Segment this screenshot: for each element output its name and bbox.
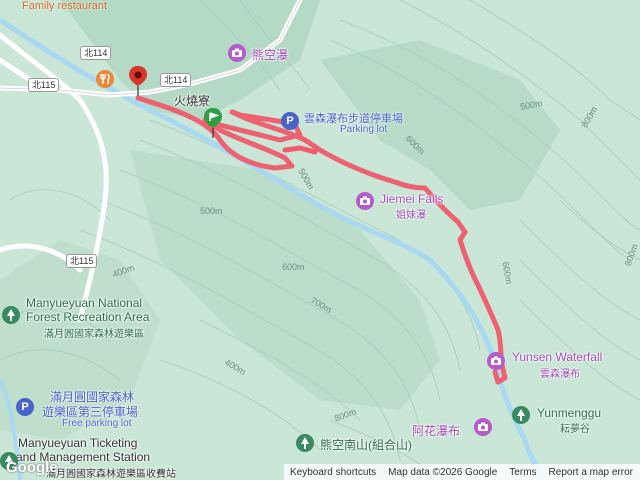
- road-shield-114-b: 北114: [160, 73, 192, 87]
- free-parking-label[interactable]: Free parking lot: [62, 418, 131, 429]
- restaurant-fork-icon[interactable]: [96, 70, 114, 88]
- red-pin-icon[interactable]: [129, 66, 147, 101]
- family-restaurant-label[interactable]: Family restaurant: [22, 0, 107, 12]
- waterfall-camera-icon[interactable]: [487, 352, 505, 370]
- parking-lot-en-label[interactable]: Parking lot: [340, 124, 387, 135]
- yunsen-waterfall-label[interactable]: Yunsen Waterfall: [512, 350, 602, 364]
- waterfall-camera-icon[interactable]: [474, 418, 492, 436]
- huoshao-label[interactable]: 火燒寮: [174, 92, 210, 109]
- jiemei-falls-cn-label[interactable]: 姐妹瀑: [396, 206, 426, 221]
- keyboard-shortcuts-link[interactable]: Keyboard shortcuts: [284, 467, 382, 478]
- contour-label: 600m: [282, 262, 305, 272]
- road-shield-115-b: 北115: [66, 254, 98, 268]
- ahua-waterfall-label[interactable]: 阿花瀑布: [412, 422, 460, 439]
- xiongkong-waterfall-label[interactable]: 熊空瀑: [252, 46, 288, 63]
- waterfall-camera-icon[interactable]: [356, 192, 374, 210]
- green-flag-icon[interactable]: [204, 108, 222, 143]
- terms-link[interactable]: Terms: [503, 467, 542, 478]
- yunmenggu-label[interactable]: Yunmenggu: [537, 406, 601, 420]
- map-footer: Keyboard shortcuts Map data ©2026 Google…: [284, 464, 640, 480]
- parking-icon[interactable]: P: [16, 398, 34, 416]
- yunmenggu-cn-label[interactable]: 耘夢谷: [560, 420, 590, 435]
- manyueyuan-label-1[interactable]: Manyueyuan National: [26, 296, 142, 310]
- contour-label: 500m: [200, 206, 223, 216]
- road-shield-115-a: 北115: [28, 78, 60, 92]
- park-tree-icon[interactable]: [512, 406, 530, 424]
- ticketing-cn-label[interactable]: 滿月圓國家森林遊樂區收費站: [46, 465, 176, 480]
- parking-icon[interactable]: P: [281, 112, 299, 130]
- report-error-link[interactable]: Report a map error: [543, 467, 639, 478]
- yunsen-waterfall-cn-label[interactable]: 雲森瀑布: [540, 365, 580, 380]
- park-tree-icon[interactable]: [2, 306, 20, 324]
- xiongkong-south-label[interactable]: 熊空南山(組合山): [320, 436, 412, 453]
- manyueyuan-cn-label[interactable]: 滿月圓國家森林遊樂區: [44, 325, 144, 340]
- manyueyuan-label-2[interactable]: Forest Recreation Area: [26, 310, 149, 324]
- waterfall-camera-icon[interactable]: [228, 44, 246, 62]
- road-shield-114-a: 北114: [80, 46, 112, 60]
- jiemei-falls-label[interactable]: Jiemei Falls: [380, 192, 443, 206]
- google-logo: Google: [6, 459, 58, 476]
- park-tree-icon[interactable]: [296, 434, 314, 452]
- map-data-credit[interactable]: Map data ©2026 Google: [382, 467, 503, 478]
- ticketing-label-1[interactable]: Manyueyuan Ticketing: [18, 436, 137, 450]
